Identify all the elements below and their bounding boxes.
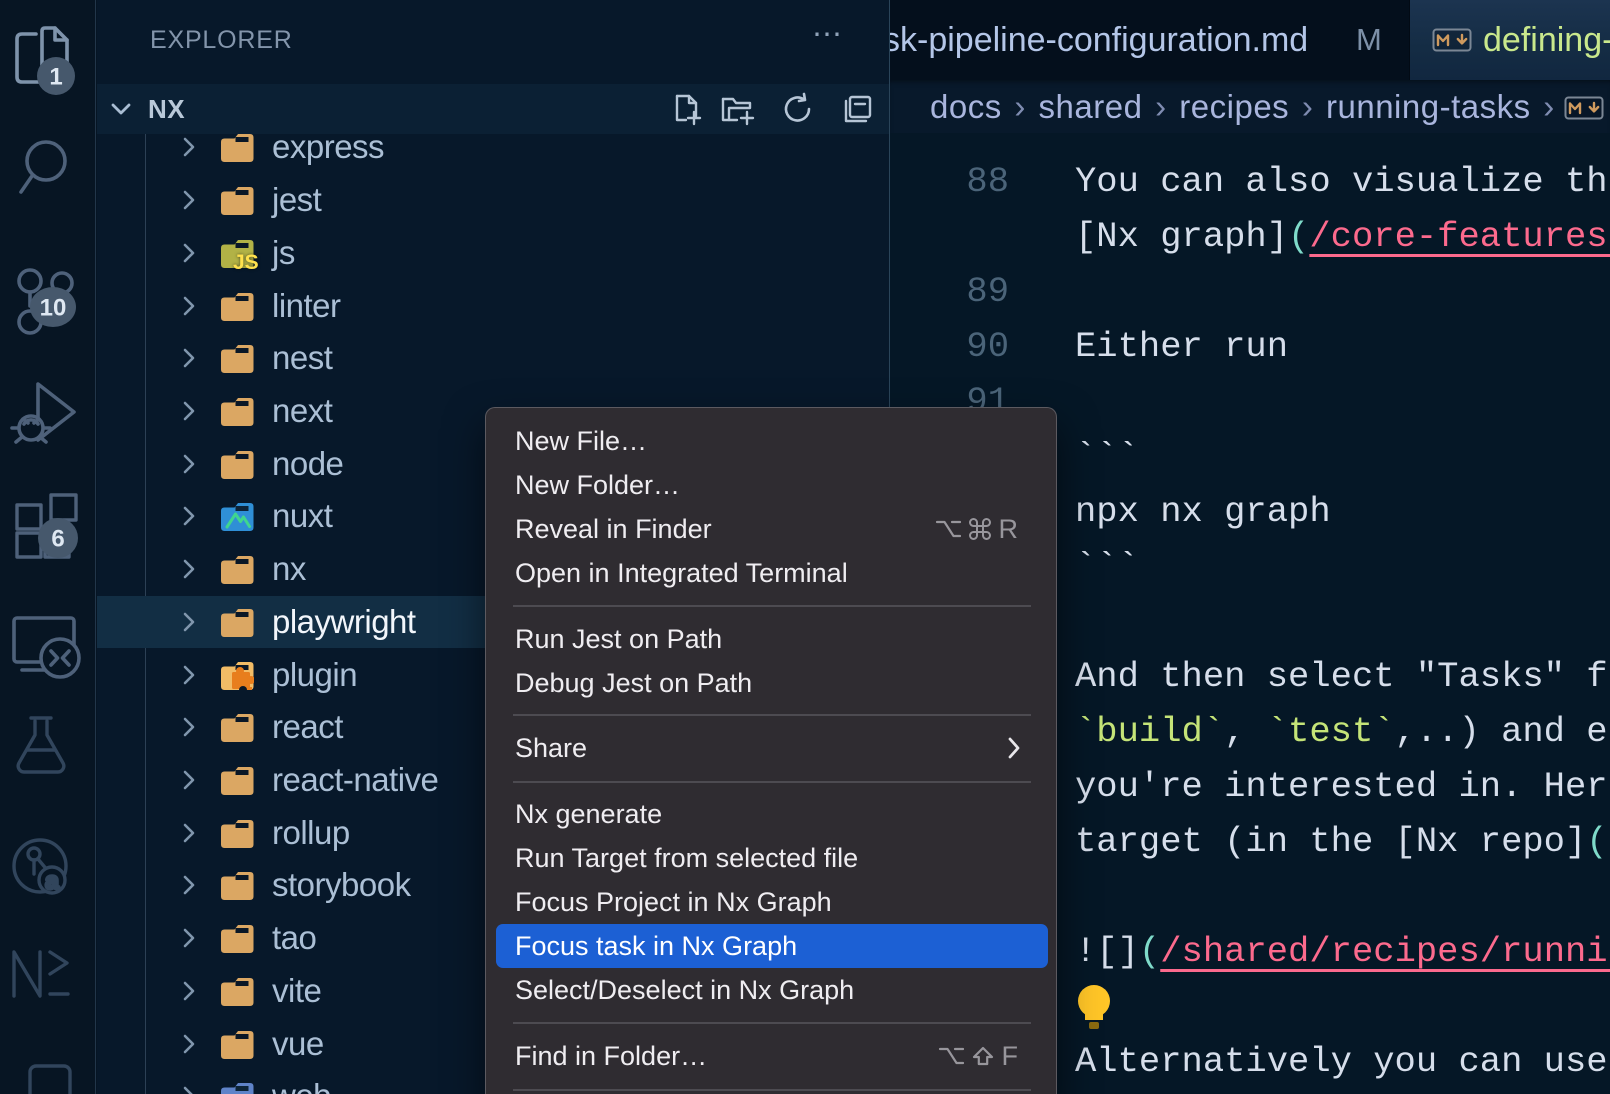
svg-text:a: a: [45, 868, 59, 895]
svg-text:10: 10: [40, 295, 67, 322]
svg-text:6: 6: [51, 526, 64, 553]
svg-text:1: 1: [49, 64, 62, 91]
